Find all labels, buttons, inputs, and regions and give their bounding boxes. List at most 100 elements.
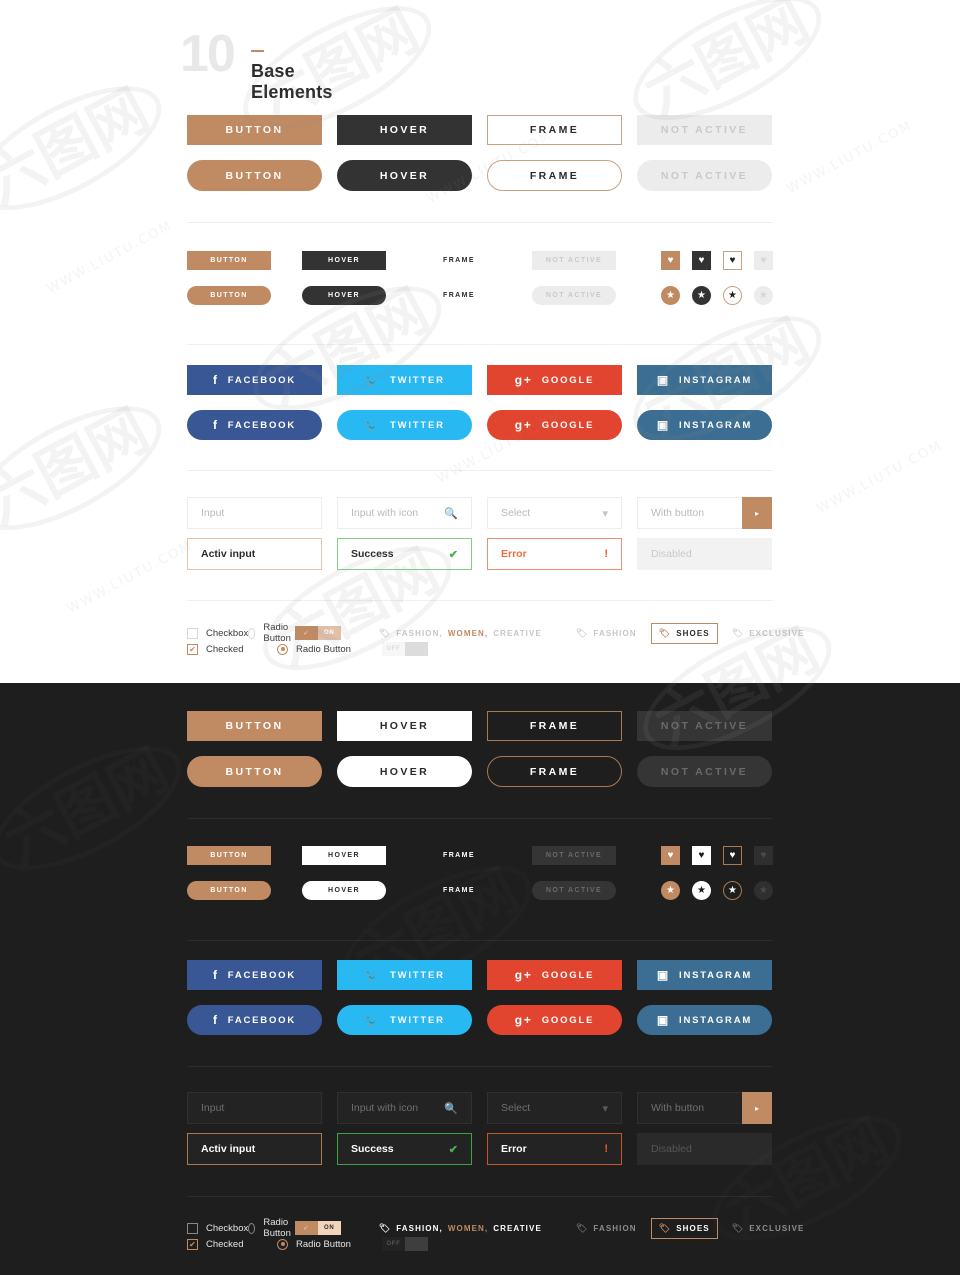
small-button-frame[interactable]: FRAME <box>417 251 501 270</box>
small-button-frame-rounded[interactable]: FRAME <box>417 286 501 305</box>
radio-checked-group[interactable]: Radio Button <box>277 1238 382 1250</box>
chevron-down-icon[interactable]: ▾ <box>602 1102 608 1115</box>
radio-checked-group[interactable]: Radio Button <box>277 643 382 655</box>
instagram-button[interactable]: ▣ INSTAGRAM <box>637 960 772 990</box>
button-solid-rounded[interactable]: BUTTON <box>187 756 322 787</box>
tag-shoes[interactable]: 🏷 SHOES <box>650 1217 718 1239</box>
google-button[interactable]: g+ GOOGLE <box>487 960 622 990</box>
toggle-on[interactable]: ✔ ON <box>294 626 341 640</box>
twitter-button[interactable]: 🐦 TWITTER <box>337 960 472 990</box>
tag-shoes[interactable]: 🏷 SHOES <box>650 622 718 644</box>
select-dropdown[interactable]: Select ▾ <box>487 497 622 529</box>
button-hover-rounded[interactable]: HOVER <box>337 756 472 787</box>
star-icon-frame[interactable]: ★ <box>723 881 742 900</box>
radio-checked[interactable] <box>277 643 288 655</box>
small-button-hover[interactable]: HOVER <box>302 251 386 270</box>
select-dropdown[interactable]: Select ▾ <box>487 1092 622 1124</box>
checkbox-unchecked[interactable] <box>187 627 198 639</box>
active-input[interactable]: Activ input <box>187 1133 322 1165</box>
facebook-button-rounded[interactable]: f FACEBOOK <box>187 410 322 440</box>
radio-unchecked[interactable] <box>248 1222 256 1234</box>
button-frame[interactable]: FRAME <box>487 711 622 741</box>
checkbox-unchecked-group[interactable]: Checkbox <box>187 627 248 639</box>
small-button-solid-rounded[interactable]: BUTTON <box>187 286 271 305</box>
small-button-solid-rounded[interactable]: BUTTON <box>187 881 271 900</box>
heart-icon-frame[interactable]: ♥ <box>723 846 742 865</box>
search-input[interactable]: Input with icon 🔍 <box>337 1092 472 1124</box>
google-button-rounded[interactable]: g+ GOOGLE <box>487 410 622 440</box>
twitter-button-rounded[interactable]: 🐦 TWITTER <box>337 1005 472 1035</box>
heart-icon-light[interactable]: ♥ <box>692 846 711 865</box>
star-icon-frame[interactable]: ★ <box>723 286 742 305</box>
button-solid[interactable]: BUTTON <box>187 115 322 145</box>
tag-part-2[interactable]: WOMEN, <box>448 1224 488 1233</box>
error-input[interactable]: Error ! <box>487 1133 622 1165</box>
instagram-button-rounded[interactable]: ▣ INSTAGRAM <box>637 410 772 440</box>
small-button-hover-rounded[interactable]: HOVER <box>302 881 386 900</box>
star-icon-dark[interactable]: ★ <box>692 286 711 305</box>
button-frame-rounded[interactable]: FRAME <box>487 756 622 787</box>
facebook-button-rounded[interactable]: f FACEBOOK <box>187 1005 322 1035</box>
facebook-button[interactable]: f FACEBOOK <box>187 960 322 990</box>
small-button-hover[interactable]: HOVER <box>302 846 386 865</box>
tag-fashion[interactable]: 🏷 FASHION <box>568 1218 645 1239</box>
star-icon-solid[interactable]: ★ <box>661 881 680 900</box>
chevron-down-icon[interactable]: ▾ <box>602 507 608 520</box>
button-solid[interactable]: BUTTON <box>187 711 322 741</box>
radio-unchecked[interactable] <box>248 627 256 639</box>
search-icon[interactable]: 🔍 <box>444 507 458 520</box>
radio-unchecked-group[interactable]: Radio Button <box>248 1217 294 1239</box>
checkbox-checked[interactable]: ✔ <box>187 643 198 655</box>
button-frame-rounded[interactable]: FRAME <box>487 160 622 191</box>
input-with-button[interactable]: With button ▸ <box>637 1092 772 1124</box>
toggle-off[interactable]: OFF <box>382 1237 428 1251</box>
tag-part-1[interactable]: FASHION, <box>396 629 443 638</box>
radio-checked[interactable] <box>277 1238 288 1250</box>
with-button-field[interactable]: With button <box>637 497 742 529</box>
facebook-button[interactable]: f FACEBOOK <box>187 365 322 395</box>
button-frame[interactable]: FRAME <box>487 115 622 145</box>
tag-exclusive[interactable]: 🏷 EXCLUSIVE <box>724 1218 813 1239</box>
search-icon[interactable]: 🔍 <box>444 1102 458 1115</box>
checkbox-unchecked-group[interactable]: Checkbox <box>187 1222 248 1234</box>
star-icon-light[interactable]: ★ <box>692 881 711 900</box>
tag-fashion[interactable]: 🏷 FASHION <box>568 623 645 644</box>
twitter-button[interactable]: 🐦 TWITTER <box>337 365 472 395</box>
small-button-frame[interactable]: FRAME <box>417 846 501 865</box>
toggle-off[interactable]: OFF <box>382 642 428 656</box>
heart-icon-solid[interactable]: ♥ <box>661 251 680 270</box>
small-button-solid[interactable]: BUTTON <box>187 846 271 865</box>
star-icon-solid[interactable]: ★ <box>661 286 680 305</box>
checkbox-checked[interactable]: ✔ <box>187 1238 198 1250</box>
button-solid-rounded[interactable]: BUTTON <box>187 160 322 191</box>
tag-part-3[interactable]: CREATIVE <box>493 629 542 638</box>
tag-part-1[interactable]: FASHION, <box>396 1224 443 1233</box>
active-input[interactable]: Activ input <box>187 538 322 570</box>
checkbox-checked-group[interactable]: ✔ Checked <box>187 643 277 655</box>
instagram-button-rounded[interactable]: ▣ INSTAGRAM <box>637 1005 772 1035</box>
button-hover[interactable]: HOVER <box>337 115 472 145</box>
tag-exclusive[interactable]: 🏷 EXCLUSIVE <box>724 623 813 644</box>
input-with-button[interactable]: With button ▸ <box>637 497 772 529</box>
twitter-button-rounded[interactable]: 🐦 TWITTER <box>337 410 472 440</box>
arrow-right-icon[interactable]: ▸ <box>742 497 772 529</box>
small-button-frame-rounded[interactable]: FRAME <box>417 881 501 900</box>
checkbox-checked-group[interactable]: ✔ Checked <box>187 1238 277 1250</box>
button-hover-rounded[interactable]: HOVER <box>337 160 472 191</box>
toggle-on[interactable]: ✔ ON <box>294 1221 341 1235</box>
heart-icon-dark[interactable]: ♥ <box>692 251 711 270</box>
error-input[interactable]: Error ! <box>487 538 622 570</box>
success-input[interactable]: Success ✔ <box>337 1133 472 1165</box>
instagram-button[interactable]: ▣ INSTAGRAM <box>637 365 772 395</box>
heart-icon-frame[interactable]: ♥ <box>723 251 742 270</box>
with-button-field[interactable]: With button <box>637 1092 742 1124</box>
plain-input[interactable]: Input <box>187 1092 322 1124</box>
success-input[interactable]: Success ✔ <box>337 538 472 570</box>
small-button-hover-rounded[interactable]: HOVER <box>302 286 386 305</box>
tag-part-3[interactable]: CREATIVE <box>493 1224 542 1233</box>
google-button[interactable]: g+ GOOGLE <box>487 365 622 395</box>
heart-icon-solid[interactable]: ♥ <box>661 846 680 865</box>
search-input[interactable]: Input with icon 🔍 <box>337 497 472 529</box>
button-hover[interactable]: HOVER <box>337 711 472 741</box>
small-button-solid[interactable]: BUTTON <box>187 251 271 270</box>
